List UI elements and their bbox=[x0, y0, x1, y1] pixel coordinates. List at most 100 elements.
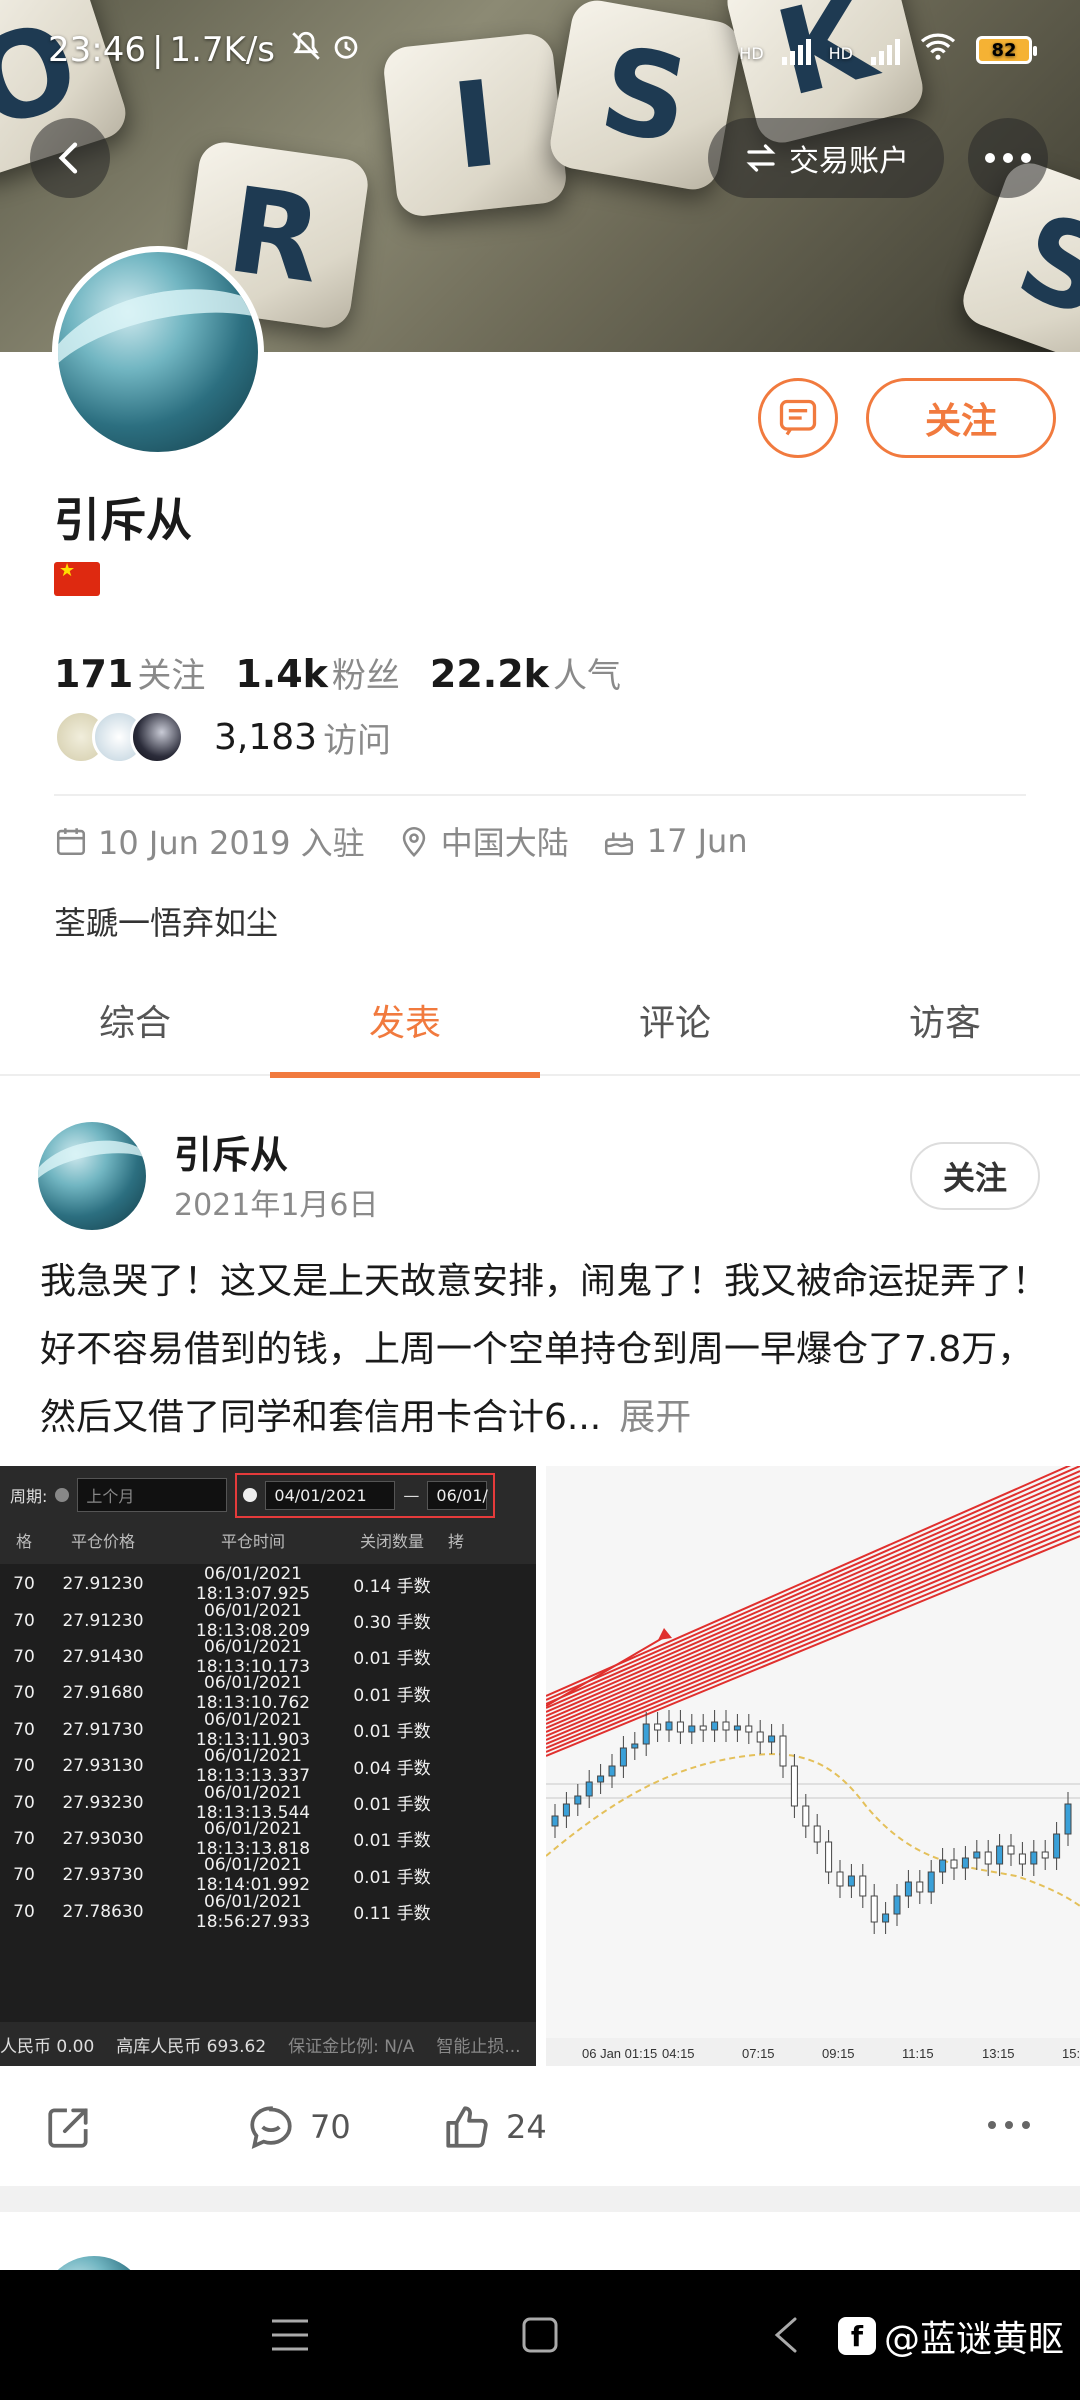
post-image-candlestick-chart[interactable]: 06 Jan 01:15 04:15 07:15 09:15 11:15 13:15 15: bbox=[546, 1466, 1080, 2066]
table-cell: 70 bbox=[13, 1683, 35, 1704]
candle-body bbox=[802, 1805, 810, 1827]
post-actions: 70 24 bbox=[0, 2082, 1080, 2178]
post-more-button[interactable] bbox=[986, 2118, 1032, 2132]
more-dots-icon bbox=[988, 2121, 1030, 2129]
post-follow-button[interactable]: 关注 bbox=[910, 1142, 1040, 1210]
table-cell: 27.91230 bbox=[62, 1610, 144, 1631]
table-cell: 27.91230 bbox=[62, 1574, 144, 1595]
profile-avatar[interactable] bbox=[52, 246, 264, 458]
table-cell: 0.01 手数 bbox=[353, 1831, 431, 1852]
back-button[interactable] bbox=[30, 118, 110, 198]
nav-back-button[interactable] bbox=[756, 2270, 816, 2400]
wifi-icon bbox=[918, 30, 958, 71]
candle-body bbox=[882, 1913, 890, 1923]
stat-followers[interactable]: 1.4k 粉丝 bbox=[235, 648, 400, 697]
table-cell: 27.78630 bbox=[62, 1901, 144, 1922]
birthday: 17 Jun bbox=[646, 822, 748, 860]
table-cell: 0.01 手数 bbox=[353, 1685, 431, 1706]
candle-body bbox=[585, 1781, 593, 1797]
candle-body bbox=[1018, 1853, 1026, 1865]
more-options-button[interactable] bbox=[968, 118, 1048, 198]
share-button[interactable] bbox=[44, 2102, 94, 2152]
table-row: 70 27.91230 06/01/2021 18:13:08.209 0.30 手数 bbox=[0, 1600, 536, 1641]
candle-body bbox=[642, 1723, 650, 1745]
table-cell: 27.93730 bbox=[62, 1865, 144, 1886]
menu-button[interactable] bbox=[260, 2270, 320, 2400]
x-tick-label: 09:15 bbox=[822, 2046, 855, 2061]
x-tick-label: 06 Jan 01:15 bbox=[582, 2046, 657, 2061]
table-row: 70 27.93030 06/01/2021 18:13:13.818 0.01 手数 bbox=[0, 1819, 536, 1859]
table-footer: 人民币 0.00 高库人民币 693.62 保证金比例: N/A 智能止损... bbox=[0, 2022, 536, 2066]
battery-icon: 82 bbox=[976, 36, 1037, 64]
visitor-avatar bbox=[130, 710, 184, 764]
candle-body bbox=[745, 1725, 753, 1733]
table-cell: 0.11 手数 bbox=[353, 1904, 431, 1925]
candle-body bbox=[836, 1871, 844, 1887]
candle-body bbox=[1030, 1851, 1038, 1865]
hd-label: HD bbox=[739, 43, 764, 63]
post-author-name[interactable]: 引斥从 bbox=[174, 1124, 288, 1179]
table-cell: 06/01/2021 18:13:08.209 bbox=[195, 1600, 311, 1641]
status-time: 23:46 bbox=[48, 30, 146, 70]
table-cell: 27.91430 bbox=[62, 1646, 144, 1667]
table-row: 70 27.93230 06/01/2021 18:13:13.544 0.01 手数 bbox=[0, 1783, 536, 1823]
radio-icon bbox=[243, 1488, 258, 1502]
profile-bio: 荃蹏一悟弃如尘 bbox=[54, 904, 279, 942]
table-row: 70 27.91730 06/01/2021 18:13:11.903 0.01 手数 bbox=[0, 1710, 536, 1750]
visitors-row[interactable]: 3,183 访问 bbox=[54, 710, 391, 764]
hd-label: HD bbox=[828, 43, 853, 63]
table-cell: 0.04 手数 bbox=[353, 1758, 431, 1779]
visits-count: 3,183 bbox=[214, 716, 318, 758]
post-image-trade-table[interactable]: 周期: 上个月 04/01/2021 — 06/01/ 格 平仓价格 平仓时间 … bbox=[0, 1466, 536, 2066]
post-author-avatar[interactable] bbox=[38, 1122, 146, 1230]
triangle-back-icon bbox=[774, 2317, 797, 2353]
table-cell: 27.93030 bbox=[62, 1828, 144, 1849]
table-cell: 0.01 手数 bbox=[353, 1867, 431, 1888]
profile-username: 引斥从 bbox=[54, 493, 192, 547]
tab-posts[interactable]: 发表 bbox=[270, 964, 540, 1078]
candle-body bbox=[961, 1857, 969, 1869]
message-button[interactable] bbox=[758, 378, 838, 458]
divider bbox=[54, 794, 1026, 796]
candle-body bbox=[574, 1795, 582, 1805]
candle-body bbox=[916, 1881, 924, 1893]
table-cell: 27.93130 bbox=[62, 1756, 144, 1777]
candle-body bbox=[825, 1841, 833, 1873]
table-cell: 06/01/2021 18:13:07.925 bbox=[195, 1564, 311, 1605]
like-button[interactable]: 24 bbox=[442, 2102, 547, 2152]
candle-body bbox=[927, 1871, 935, 1893]
comment-button[interactable]: 70 bbox=[246, 2102, 351, 2152]
status-separator: | bbox=[151, 30, 164, 70]
table-cell: 70 bbox=[13, 1792, 35, 1813]
post-body[interactable]: 我急哭了！这又是上天故意安排，闹鬼了！我又被命运捉弄了！好不容易借到的钱，上周一… bbox=[40, 1248, 1050, 1452]
network-speed: 1.7K/s bbox=[169, 30, 275, 70]
table-header: 格 平仓价格 平仓时间 关闭数量 拷 bbox=[15, 1532, 464, 1551]
thumbs-up-icon bbox=[446, 2106, 488, 2148]
candle-body bbox=[904, 1881, 912, 1897]
candle-body bbox=[847, 1875, 855, 1887]
calendar-icon bbox=[56, 828, 86, 856]
tab-visitors[interactable]: 访客 bbox=[810, 964, 1080, 1076]
tab-comments[interactable]: 评论 bbox=[540, 964, 810, 1076]
candle-body bbox=[1041, 1851, 1049, 1859]
candlestick-chart: 06 Jan 01:15 04:15 07:15 09:15 11:15 13:15 15: bbox=[546, 1466, 1080, 2066]
home-button[interactable] bbox=[510, 2270, 570, 2400]
candle-body bbox=[562, 1803, 570, 1817]
table-cell: 70 bbox=[13, 1756, 35, 1777]
candle-body bbox=[984, 1851, 992, 1865]
table-row: 70 27.93130 06/01/2021 18:13:13.337 0.04 手数 bbox=[0, 1746, 536, 1786]
follow-button[interactable]: 关注 bbox=[866, 378, 1056, 458]
table-toolbar: 周期: 上个月 04/01/2021 — 06/01/ bbox=[0, 1466, 536, 1524]
candle-body bbox=[870, 1895, 878, 1923]
mute-icon bbox=[289, 29, 323, 72]
tab-overview[interactable]: 综合 bbox=[0, 964, 270, 1076]
table-cell: 0.01 手数 bbox=[353, 1649, 431, 1670]
post-text: 我急哭了！这又是上天故意安排，闹鬼了！我又被命运捉弄了！好不容易借到的钱，上周一… bbox=[40, 1261, 1049, 1438]
stat-following[interactable]: 171 关注 bbox=[54, 648, 205, 697]
candle-body bbox=[597, 1775, 605, 1783]
expand-link[interactable]: 展开 bbox=[619, 1397, 691, 1438]
table-cell: 0.30 手数 bbox=[353, 1613, 431, 1634]
table-row: 70 27.91680 06/01/2021 18:13:10.762 0.01 手数 bbox=[0, 1673, 536, 1713]
share-icon bbox=[48, 2108, 88, 2148]
trade-account-button[interactable]: 交易账户 bbox=[708, 118, 944, 198]
